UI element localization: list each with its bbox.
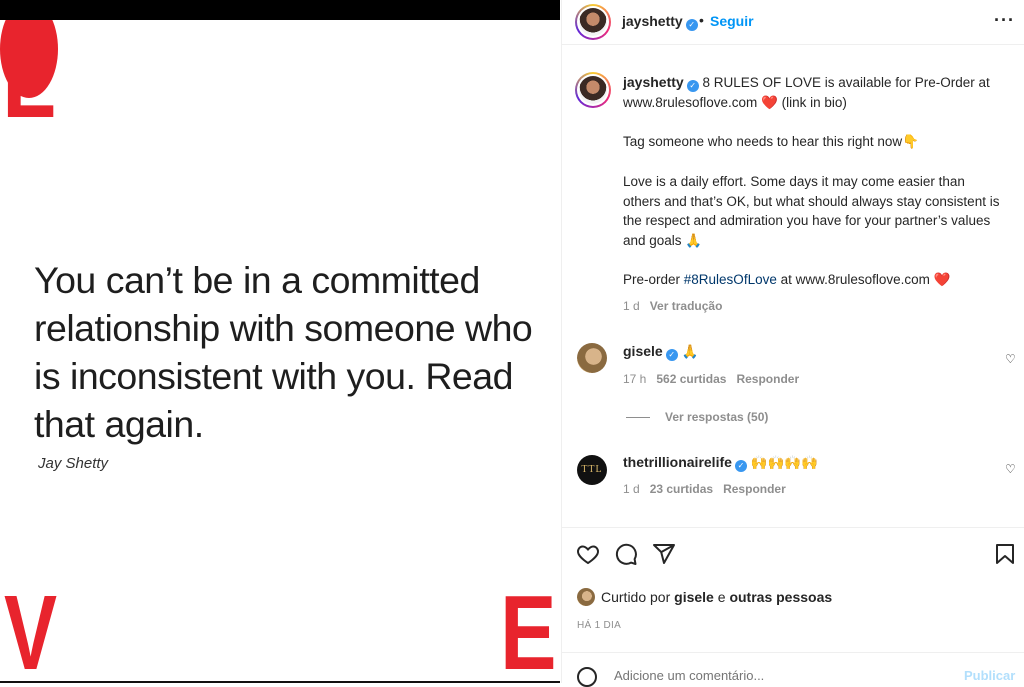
liked-by-avatar[interactable] [577, 588, 595, 606]
hashtag-link[interactable]: #8RulesOfLove [684, 272, 777, 287]
header-avatar[interactable] [575, 4, 611, 40]
like-heart-icon[interactable] [576, 542, 600, 566]
reply-button[interactable]: Responder [736, 372, 799, 386]
header-username[interactable]: jayshetty [622, 13, 683, 29]
save-bookmark-icon[interactable] [994, 542, 1016, 566]
post-time-ago: HÁ 1 DIA [577, 620, 622, 631]
letter-v: V [4, 574, 58, 683]
view-replies-button[interactable]: Ver respostas (50) [665, 410, 768, 424]
post-image: L You can’t be in a committed relationsh… [0, 0, 560, 683]
liked-by-others[interactable]: outras pessoas [729, 589, 832, 605]
caption-time: 1 d [623, 299, 640, 313]
post-side-panel: jayshetty ✓ • Seguir ··· jayshetty ✓ 8 RUL… [561, 0, 1024, 687]
comment-username[interactable]: gisele [623, 343, 663, 359]
comment-avatar-gisele[interactable] [577, 343, 607, 373]
comment-likes[interactable]: 562 curtidas [656, 372, 726, 386]
emoji-icon[interactable] [577, 667, 597, 687]
replies-divider [626, 417, 650, 418]
comment-like-heart-icon[interactable]: ♡ [1005, 352, 1016, 366]
comment-ttl: thetrillionairelife ✓ 🙌🙌🙌🙌 [623, 453, 1003, 473]
post-header: jayshetty ✓ • Seguir ··· [562, 0, 1024, 45]
caption-line-3: Love is a daily effort. Some days it may… [623, 174, 1000, 248]
comment-text: 🙏 [677, 344, 699, 359]
verified-icon: ✓ [734, 460, 747, 472]
caption-meta: 1 d Ver tradução [623, 297, 1003, 317]
share-paper-plane-icon[interactable] [652, 542, 676, 566]
more-options-icon[interactable]: ··· [994, 10, 1015, 31]
letter-e: E [500, 574, 557, 683]
caption-username[interactable]: jayshetty [623, 74, 684, 90]
caption-url: at www.8rulesoflove.com ❤️ [776, 272, 951, 287]
follow-button[interactable]: Seguir [710, 13, 754, 29]
comment-input[interactable] [614, 668, 934, 683]
caption-line-1: jayshetty ✓ 8 RULES OF LOVE is available … [623, 73, 1003, 112]
comment-like-heart-icon[interactable]: ♡ [1005, 462, 1016, 476]
caption-preorder: Pre-order [623, 272, 684, 287]
comment-text: 🙌🙌🙌🙌 [746, 455, 818, 470]
quote-author: Jay Shetty [38, 455, 109, 472]
liked-by-middle: e [713, 589, 730, 605]
comment-username[interactable]: thetrillionairelife [623, 454, 732, 470]
liked-by-prefix: Curtido por [601, 589, 675, 605]
quote-text: You can’t be in a committed relationship… [34, 259, 533, 445]
comment-meta: 1 d 23 curtidas Responder [623, 480, 1003, 500]
header-username-wrap[interactable]: jayshetty ✓ [622, 13, 698, 31]
caption-line-2: Tag someone who needs to hear this right… [623, 134, 919, 149]
comment-avatar-ttl[interactable]: TTL [577, 455, 607, 485]
comment-time: 1 d [623, 482, 640, 496]
caption-line-4: Pre-order #8RulesOfLove at www.8rulesofl… [623, 270, 1003, 290]
comment-bubble-icon[interactable] [614, 542, 638, 566]
header-dot: • [699, 12, 704, 28]
caption-avatar[interactable] [575, 72, 611, 108]
reply-button[interactable]: Responder [723, 482, 786, 496]
action-bar [562, 527, 1024, 565]
image-top-bar [0, 0, 560, 20]
translate-link[interactable]: Ver tradução [650, 299, 723, 313]
comment-gisele: gisele ✓ 🙏 [623, 342, 1003, 362]
comment-likes[interactable]: 23 curtidas [650, 482, 713, 496]
verified-icon: ✓ [665, 349, 678, 361]
verified-icon: ✓ [686, 80, 699, 92]
liked-by-user[interactable]: gisele [674, 589, 714, 605]
comment-meta: 17 h 562 curtidas Responder [623, 370, 1003, 390]
comment-box: Publicar [562, 652, 1024, 687]
comment-time: 17 h [623, 372, 647, 386]
verified-icon: ✓ [685, 19, 698, 31]
liked-by: Curtido por gisele e outras pessoas [577, 588, 832, 606]
post-comment-button[interactable]: Publicar [964, 668, 1015, 683]
letter-l: L [2, 24, 57, 140]
